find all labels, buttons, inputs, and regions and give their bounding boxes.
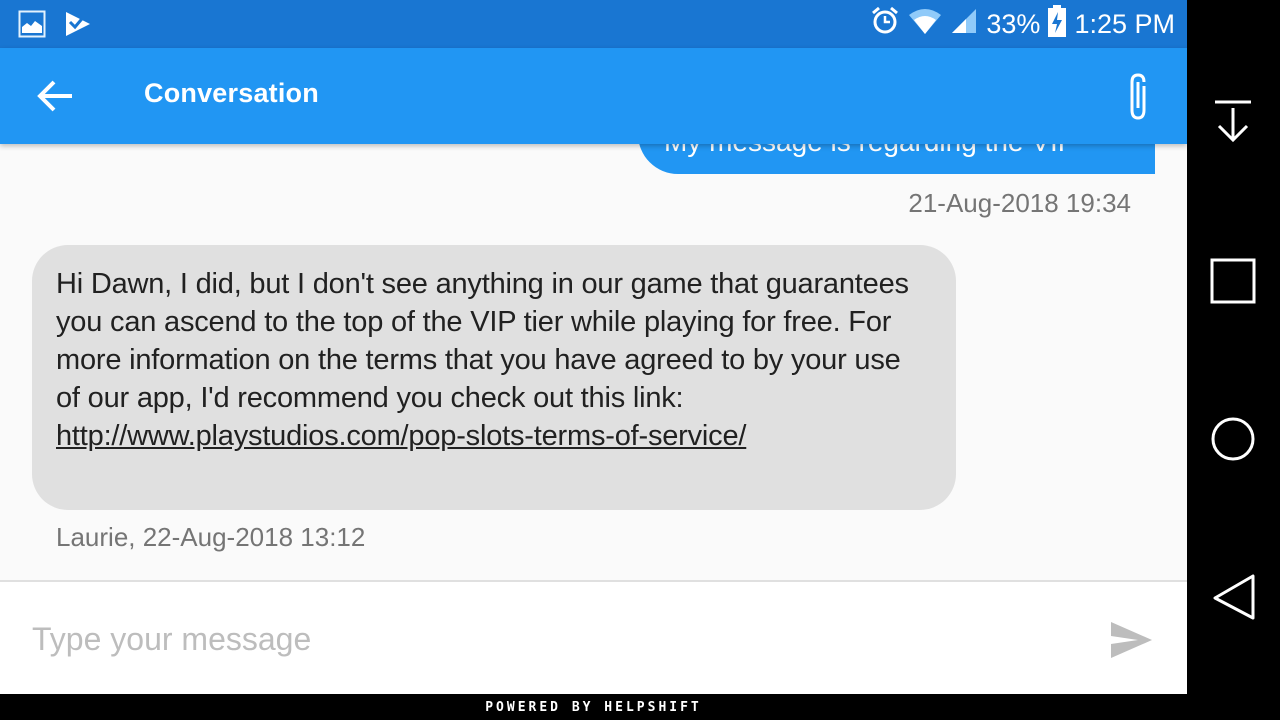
gallery-icon: [18, 10, 46, 43]
notification-pull-down-icon: [1215, 100, 1251, 143]
send-button[interactable]: [1108, 620, 1154, 660]
page-title: Conversation: [144, 78, 319, 108]
message-input[interactable]: [20, 602, 1080, 676]
app-bar: Conversation: [0, 48, 1187, 144]
clock: 1:25 PM: [1074, 8, 1175, 39]
notification-pull-down-button[interactable]: [1207, 96, 1259, 148]
signal-icon: [950, 7, 978, 42]
recents-button[interactable]: [1207, 255, 1259, 307]
arrow-back-icon: [37, 80, 72, 112]
home-icon: [1211, 417, 1255, 461]
message-text: Hi Dawn, I did, but I don't see anything…: [56, 268, 909, 414]
home-button[interactable]: [1207, 413, 1259, 465]
outgoing-message-bubble: My message is regarding the VIP: [638, 144, 1155, 174]
message-list[interactable]: My message is regarding the VIP 21-Aug-2…: [0, 144, 1187, 581]
message-text: My message is regarding the VIP: [664, 144, 1076, 158]
compose-bar: [0, 580, 1187, 694]
battery-charging-icon: [1048, 4, 1067, 44]
task-check-icon: [64, 10, 92, 43]
terms-of-service-link[interactable]: http://www.playstudios.com/pop-slots-ter…: [56, 420, 746, 452]
paperclip-icon: [1130, 73, 1146, 120]
app-screen: 33% 1:25 PM Conversation My message is r…: [0, 0, 1187, 720]
send-icon: [1111, 622, 1152, 658]
message-timestamp: 21-Aug-2018 19:34: [908, 188, 1131, 218]
message-sender-timestamp: Laurie, 22-Aug-2018 13:12: [56, 522, 366, 552]
system-nav-bar: [1187, 0, 1280, 720]
alarm-icon: [870, 6, 900, 43]
wifi-icon: [908, 7, 942, 42]
status-bar: 33% 1:25 PM: [0, 0, 1187, 48]
back-button[interactable]: [30, 74, 82, 118]
incoming-message-bubble: Hi Dawn, I did, but I don't see anything…: [32, 245, 956, 510]
back-icon: [1213, 574, 1255, 620]
battery-percent: 33%: [986, 8, 1041, 39]
recents-icon: [1210, 258, 1256, 304]
attach-button[interactable]: [1118, 72, 1162, 122]
powered-by-footer: POWERED BY HELPSHIFT: [0, 694, 1187, 720]
back-nav-button[interactable]: [1207, 572, 1259, 624]
